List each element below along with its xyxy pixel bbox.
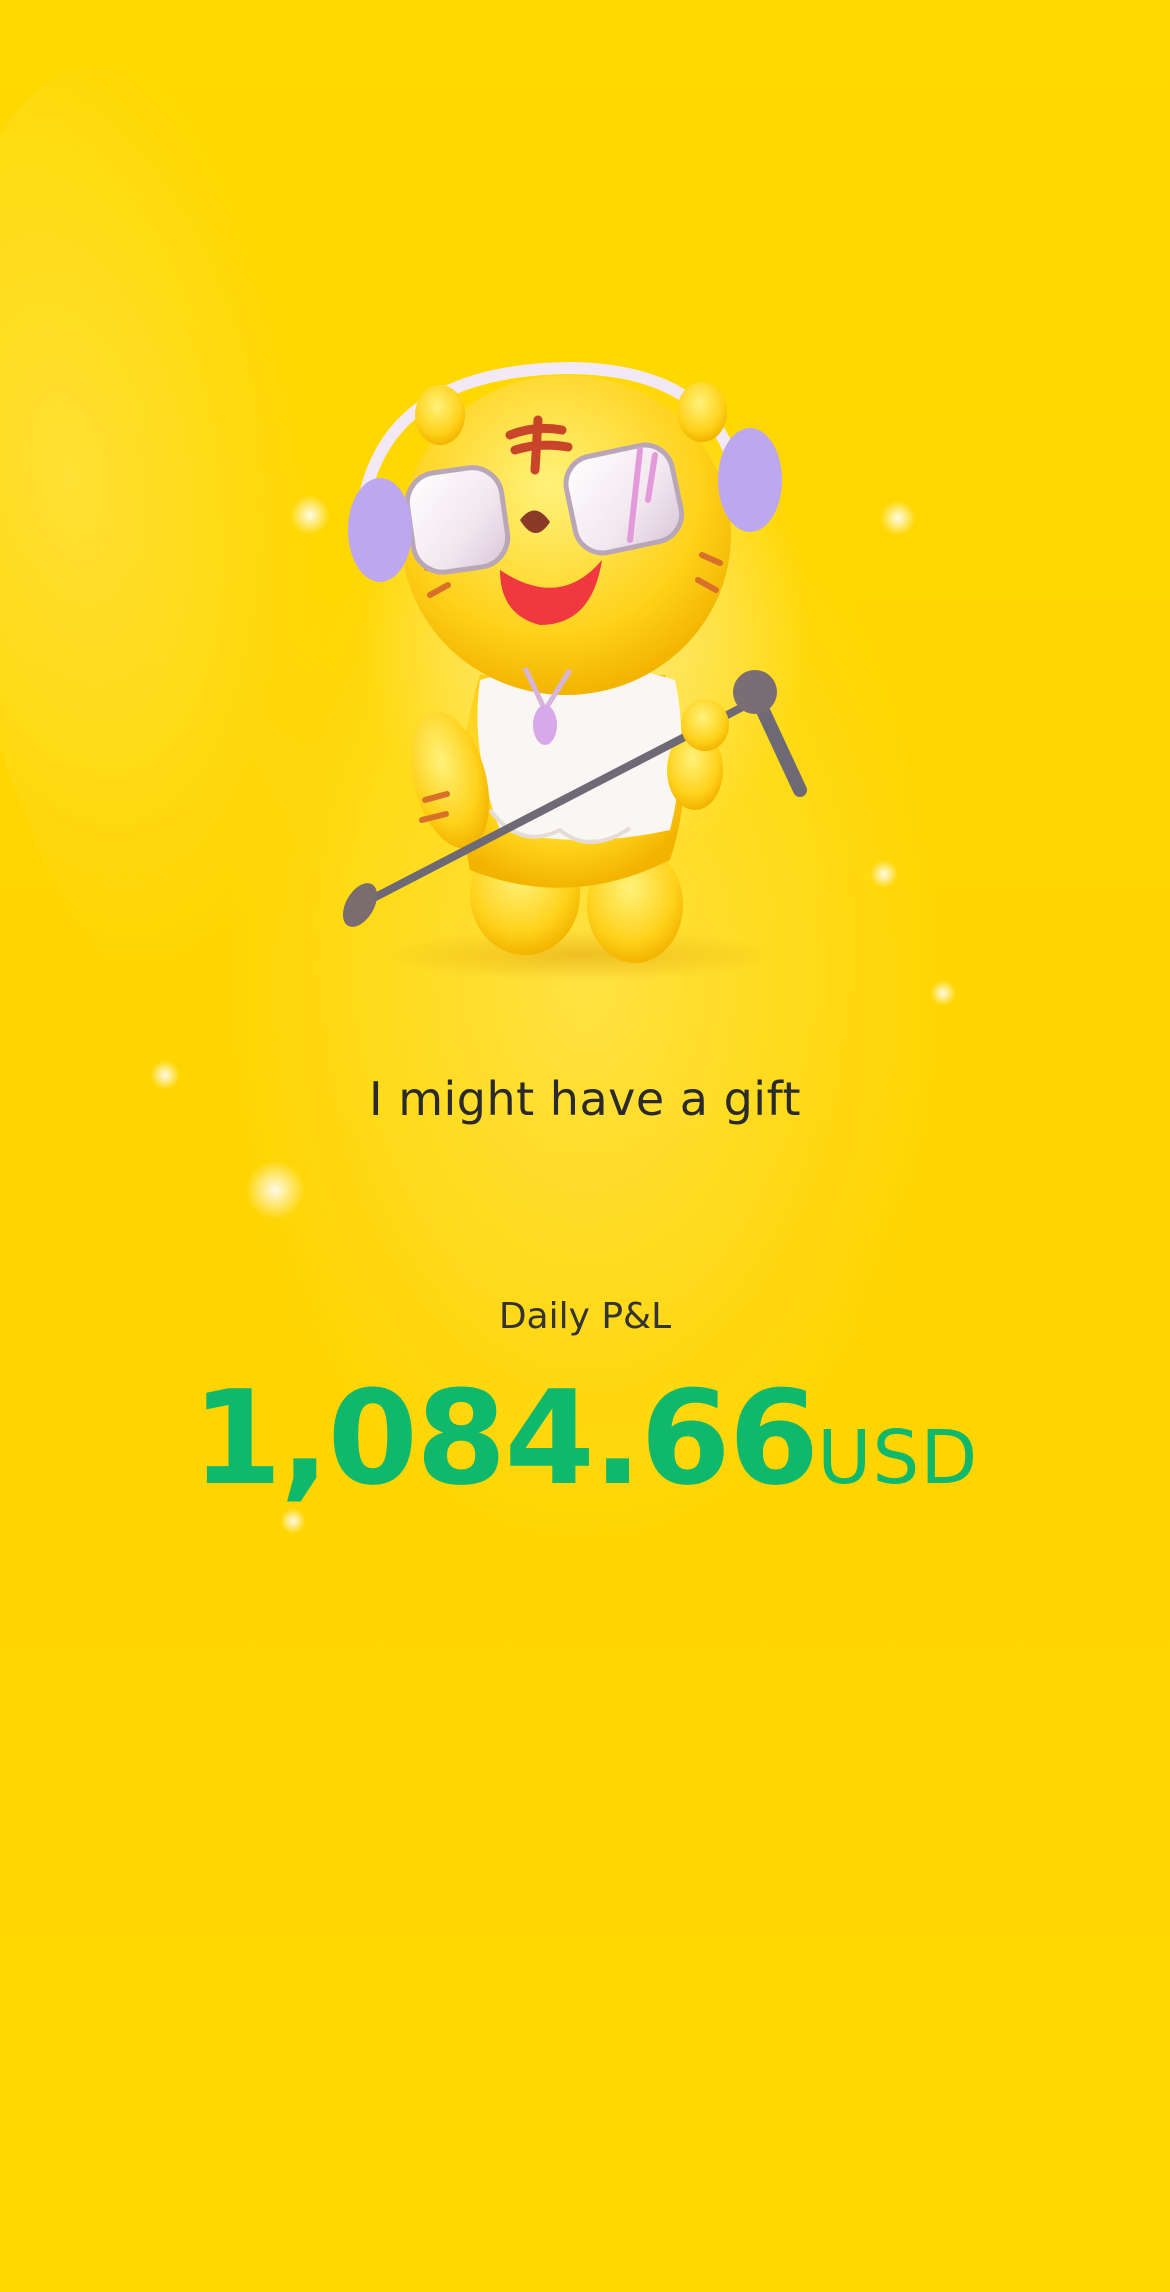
sparkle [930, 980, 956, 1006]
daily-pnl-value: 1,084.66USD [0, 1362, 1170, 1514]
tiger-mascot-icon [342, 361, 807, 981]
gift-headline: I might have a gift [369, 1072, 801, 1126]
sparkle [245, 1160, 305, 1220]
daily-pnl-label: Daily P&L [498, 1296, 672, 1337]
pnl-amount: 1,084.66 [191, 1362, 819, 1514]
sparkle [870, 860, 898, 888]
pnl-currency: USD [817, 1415, 979, 1501]
sparkle [290, 495, 330, 535]
sparkle [880, 500, 916, 536]
